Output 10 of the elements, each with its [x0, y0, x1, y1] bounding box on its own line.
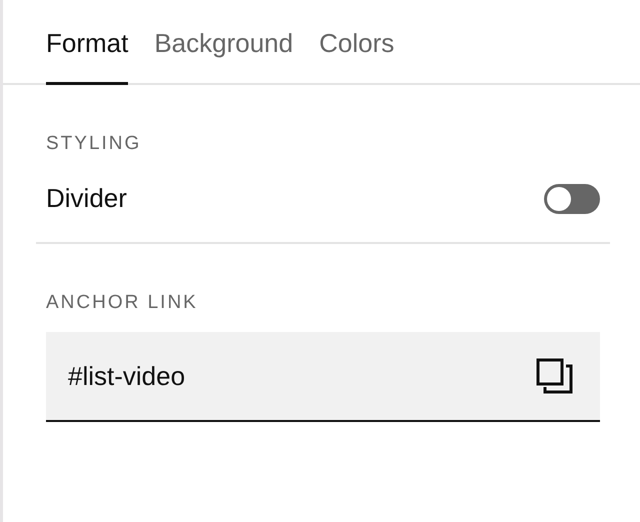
anchor-link-field[interactable]: #list-video	[46, 332, 600, 422]
section-heading: STYLING	[46, 133, 142, 155]
section-heading: ANCHOR LINK	[46, 292, 199, 314]
copy-icon[interactable]	[536, 358, 574, 394]
tab[interactable]: Colors	[319, 28, 394, 85]
toggle-switch[interactable]	[544, 184, 600, 214]
tab[interactable]: Background	[154, 28, 294, 85]
tab[interactable]: Format	[46, 28, 128, 85]
toggle-label: Divider	[46, 183, 127, 214]
field-value: #list-video	[68, 360, 186, 392]
